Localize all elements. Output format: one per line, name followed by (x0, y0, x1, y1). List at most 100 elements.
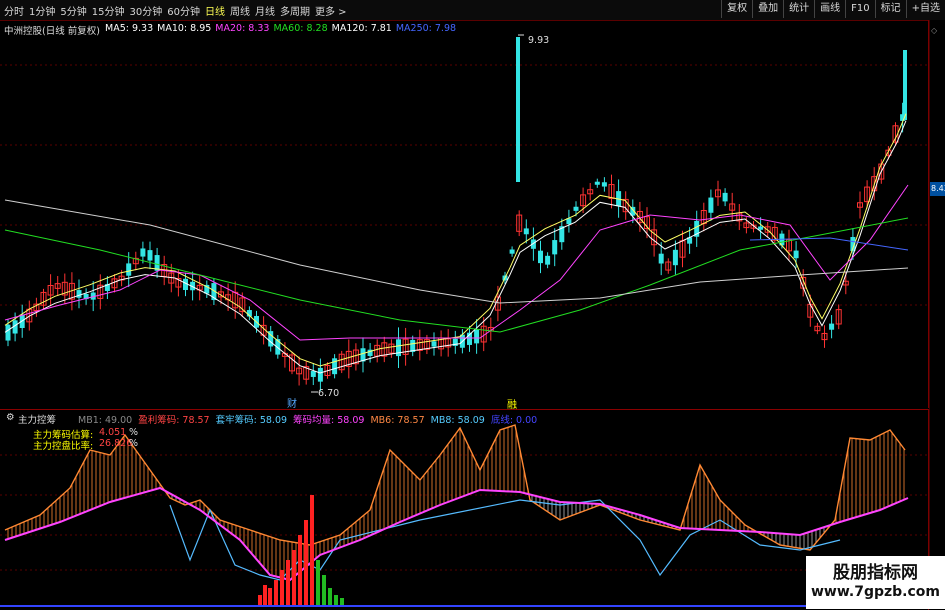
indicator-readout: 筹码均量: 58.09 (293, 415, 365, 426)
candle-body (903, 50, 907, 120)
period-tab[interactable]: 日线 (205, 7, 225, 18)
magenta-avg-line (4, 486, 909, 582)
candle-body (140, 248, 146, 257)
candle-body (431, 341, 437, 347)
indicator-panel[interactable]: ⚙ 主力控筹 MB1: 49.00 盈利筹码: 78.57 套牢筹码: 58.09 筹… (0, 409, 929, 610)
candle-body (76, 290, 82, 298)
candle-body (360, 348, 366, 362)
volume-bar (304, 520, 308, 605)
volume-bar (268, 588, 272, 605)
volume-bar (274, 580, 278, 605)
candle-body (658, 253, 664, 264)
candle-body (5, 324, 11, 341)
volume-bar (280, 570, 284, 605)
ma20-line (4, 184, 909, 341)
indicator-readout: 套牢筹码: 58.09 (215, 415, 288, 426)
tool-button[interactable]: 统计 (783, 0, 814, 18)
candle-body (545, 255, 551, 265)
period-tab[interactable]: 分时 (4, 7, 24, 18)
candle-body (147, 250, 153, 261)
candle-body (310, 371, 316, 377)
ma-legend-item: MA20: 8.33 (215, 23, 270, 34)
volume-bar (328, 588, 332, 605)
indicator-readout: 底线: 0.00 (490, 415, 538, 426)
candle-body (829, 323, 835, 330)
indicator-name[interactable]: 主力控筹 (18, 412, 56, 426)
ma-legend: MA5: 9.33 MA10: 8.95 MA20: 8.33 MA60: 8.28 M… (105, 23, 460, 34)
candle-body (552, 240, 558, 255)
volume-bar (263, 585, 267, 605)
volume-bar (334, 595, 338, 605)
kline-chart (0, 34, 928, 393)
watermark-url: www.7gpzb.com (810, 584, 940, 600)
tool-button[interactable]: F10 (845, 0, 874, 18)
ma-legend-item: MA250: 7.98 (395, 23, 457, 34)
period-tab[interactable]: 15分钟 (92, 7, 125, 18)
candle-body (708, 197, 714, 213)
period-tab[interactable]: 60分钟 (167, 7, 200, 18)
volume-bar (258, 595, 262, 605)
price-axis: 8.43 ◇ (929, 20, 945, 609)
ratio-label: 主力控盘比率: (33, 441, 94, 452)
volume-bar (340, 598, 344, 605)
candle-body (594, 181, 600, 185)
volume-bar (322, 575, 326, 605)
candle-body (523, 228, 529, 235)
indicator-readouts: MB1: 49.00 盈利筹码: 78.57 套牢筹码: 58.09 筹码均量: 58… (78, 412, 543, 426)
tool-button[interactable]: 画线 (814, 0, 845, 18)
estimate-value: 4.051 (99, 427, 127, 438)
axis-diamond-icon: ◇ (931, 26, 938, 35)
volume-bar (316, 560, 320, 605)
candle-body (126, 263, 132, 276)
volume-bar (292, 550, 296, 605)
period-toolbar: 分时 1分钟 5分钟 15分钟 30分钟 60分钟 日线 周线 月线 多周期 更多 > 复权 叠加 统计… (0, 0, 945, 21)
ma-legend-item: MA10: 8.95 (157, 23, 212, 34)
candle-body (573, 206, 579, 211)
candle-body (793, 250, 799, 259)
watermark: 股朋指标网 www.7gpzb.com (806, 556, 945, 609)
tool-button[interactable]: 标记 (874, 0, 906, 18)
period-tab[interactable]: 周线 (230, 7, 250, 18)
volume-bar (310, 495, 314, 605)
ratio-value: 26.826 (99, 438, 133, 449)
candle-body (474, 329, 480, 344)
volume-bar (286, 560, 290, 605)
tool-buttons: 复权 叠加 统计 画线 F10 标记 +自选 (721, 0, 945, 20)
candle-body (722, 192, 728, 202)
tool-button[interactable]: +自选 (905, 0, 945, 18)
indicator-readout: MB8: 58.09 (430, 415, 485, 426)
ma-legend-item: MA120: 7.81 (331, 23, 392, 34)
candle-body (317, 367, 323, 382)
indicator-chart (0, 424, 928, 607)
stock-title: 中洲控股(日线 前复权) (4, 26, 100, 37)
price-axis-current: 8.43 (931, 184, 945, 193)
ma-legend-item: MA5: 9.33 (105, 23, 154, 34)
candle-body (538, 250, 543, 264)
candle-body (601, 182, 607, 187)
period-tab[interactable]: 1分钟 (29, 7, 55, 18)
period-tab[interactable]: 多周期 (280, 7, 310, 18)
indicator-readout: MB6: 78.57 (370, 415, 425, 426)
tool-button[interactable]: 叠加 (752, 0, 783, 18)
kline-panel[interactable]: 中洲控股(日线 前复权) MA5: 9.33 MA10: 8.95 MA20: 8.… (0, 20, 929, 411)
finance-marker[interactable]: 财 (287, 395, 297, 410)
watermark-title: 股朋指标网 (833, 563, 918, 583)
indicator-readout: 盈利筹码: 78.57 (138, 415, 210, 426)
percent-unit-2: % (129, 438, 139, 449)
ma-legend-item: MA60: 8.28 (273, 23, 328, 34)
candle-body (672, 249, 678, 266)
period-tabs: 分时 1分钟 5分钟 15分钟 30分钟 60分钟 日线 周线 月线 多周期 更多 > (4, 3, 352, 18)
period-tab[interactable]: 更多 > (315, 7, 347, 18)
period-tab[interactable]: 月线 (255, 7, 275, 18)
candle-body (758, 226, 764, 230)
candle-body (516, 37, 520, 182)
tool-button[interactable]: 复权 (721, 0, 752, 18)
period-tab[interactable]: 30分钟 (129, 7, 162, 18)
indicator-gear-icon[interactable]: ⚙ (6, 412, 15, 423)
period-tab[interactable]: 5分钟 (60, 7, 86, 18)
indicator-readout: MB1: 49.00 (78, 415, 133, 426)
percent-unit-1: % (129, 427, 139, 438)
candle-body (509, 249, 515, 254)
blue-line (169, 499, 841, 581)
high-price-label: 9.93 (528, 35, 550, 46)
